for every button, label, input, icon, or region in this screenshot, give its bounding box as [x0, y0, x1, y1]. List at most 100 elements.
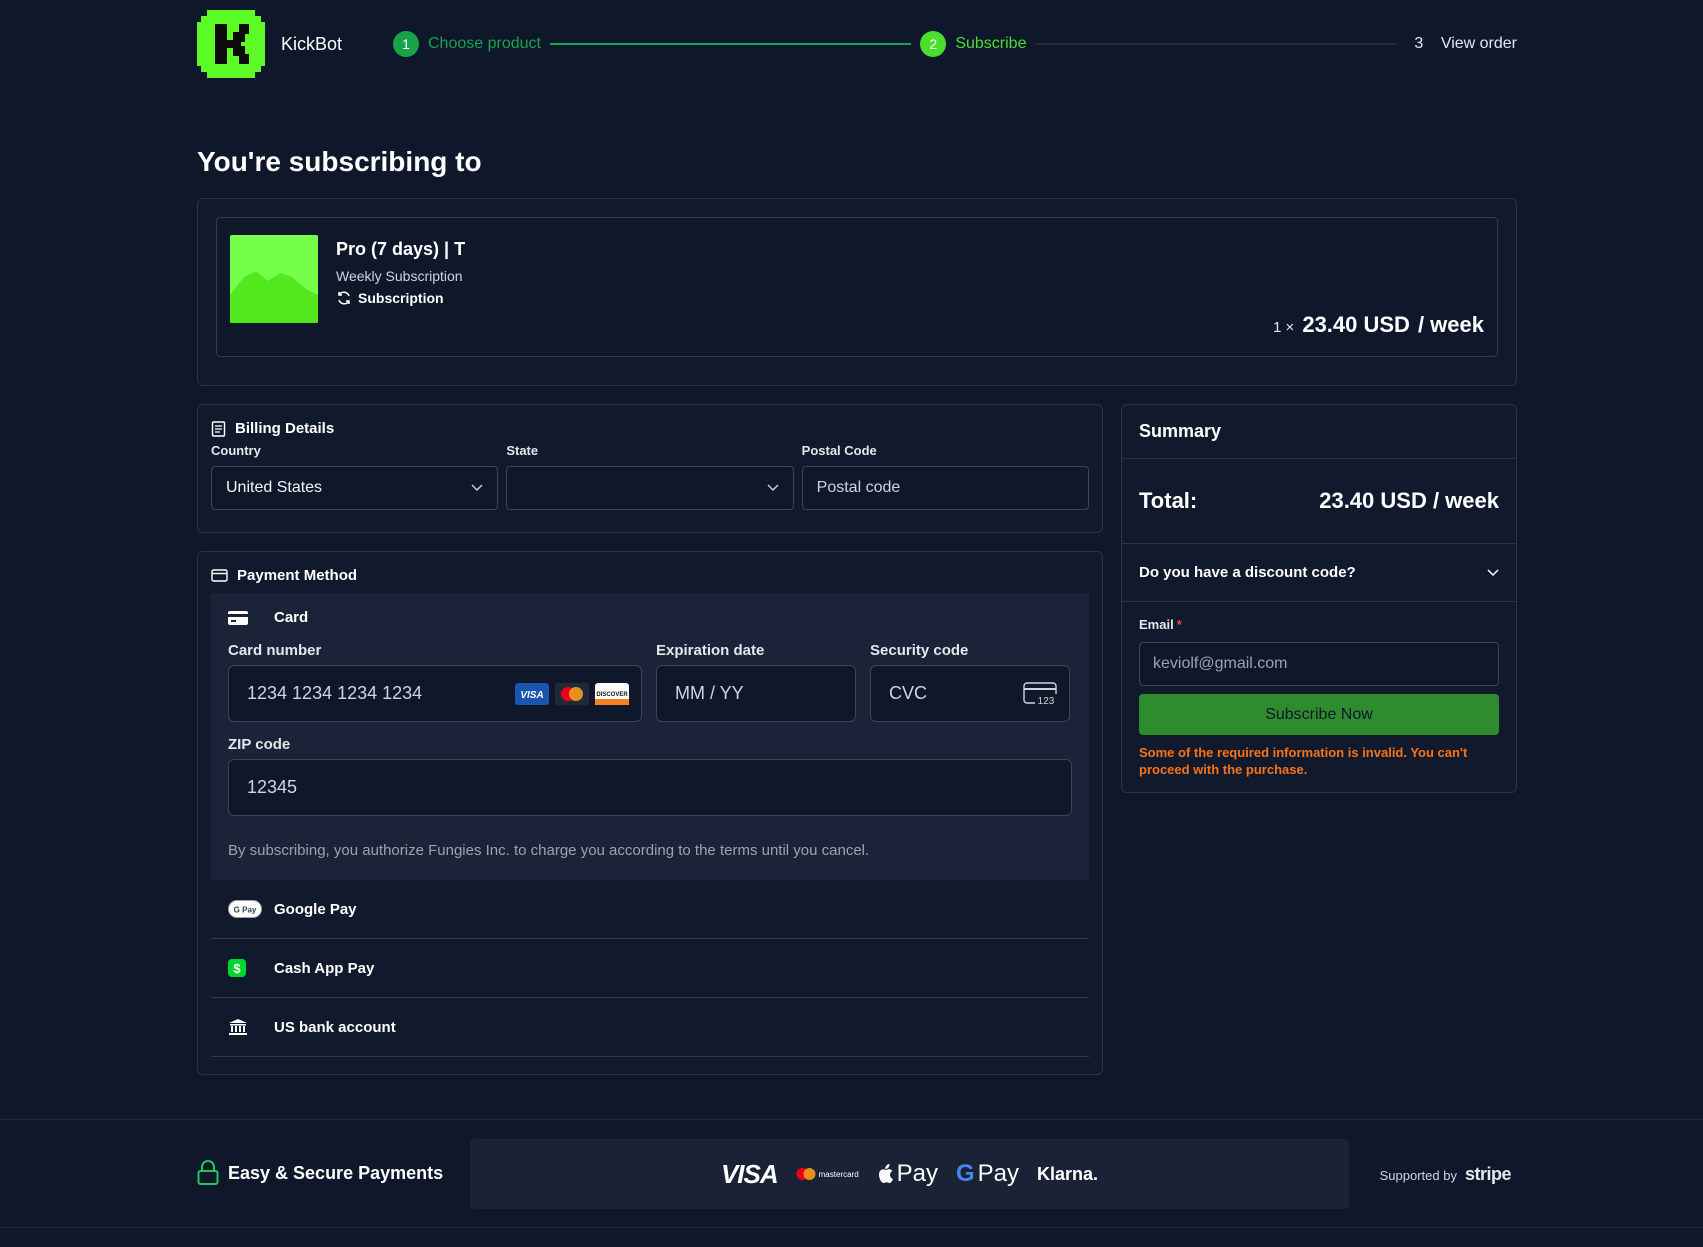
page-title: You're subscribing to — [197, 146, 482, 177]
mastercard-icon — [555, 682, 589, 705]
product-image — [230, 235, 318, 323]
footer: Easy & Secure Payments VISA mastercard P… — [0, 1119, 1703, 1228]
step-number: 1 — [393, 31, 419, 57]
total-label: Total: — [1139, 488, 1198, 513]
chevron-down-icon — [1487, 568, 1499, 576]
step-subscribe[interactable]: 2 Subscribe — [920, 31, 1026, 57]
discover-icon: DISCOVER — [595, 682, 629, 705]
product-amount: 23.40 USD — [1302, 312, 1410, 337]
refresh-icon — [338, 291, 350, 305]
product-type: Subscription — [336, 290, 465, 306]
svg-text:$: $ — [233, 961, 241, 976]
subscription-terms: By subscribing, you authorize Fungies In… — [228, 842, 870, 859]
zip-code-input[interactable]: 12345 — [228, 759, 1072, 816]
card-icon — [228, 610, 248, 625]
country-label: Country — [211, 443, 261, 458]
expiry-label: Expiration date — [656, 642, 765, 659]
supported-by: Supported by stripe — [1379, 1164, 1512, 1185]
google-pay-label: Google Pay — [274, 900, 357, 918]
card-brands: VISA DISCOVER — [515, 682, 629, 705]
required-marker: * — [1176, 617, 1182, 632]
subscribe-now-button[interactable]: Subscribe Now — [1139, 694, 1499, 735]
step-label: View order — [1440, 35, 1517, 52]
validation-error: Some of the required information is inva… — [1139, 745, 1468, 777]
product-item: Pro (7 days) | T Weekly Subscription Sub… — [216, 217, 1498, 357]
step-connector — [549, 43, 912, 45]
summary-title: Summary — [1122, 405, 1516, 459]
product-type-label: Subscription — [358, 290, 444, 306]
discount-code-label: Do you have a discount code? — [1139, 564, 1356, 581]
postal-code-input[interactable]: Postal code — [801, 466, 1089, 510]
country-select[interactable]: United States — [211, 466, 499, 510]
summary-panel: Summary Total: 23.40 USD / week Do you h… — [1121, 404, 1517, 793]
stripe-logo-icon: stripe — [1464, 1164, 1512, 1184]
card-option-label: Card — [274, 609, 309, 626]
payment-method-panel: Payment Method Card Card number 1234 123… — [197, 551, 1103, 1075]
credit-card-icon — [211, 569, 228, 582]
checkout-stepper: 1 Choose product 2 Subscribe 3 View orde… — [393, 31, 1517, 57]
google-pay-icon: G Pay — [228, 900, 262, 918]
cash-app-icon: $ — [228, 959, 246, 977]
security-code-input[interactable]: CVC 123 — [870, 665, 1070, 722]
zip-code-label: ZIP code — [228, 736, 291, 753]
mastercard-logo-icon: mastercard — [796, 1167, 859, 1181]
card-number-label: Card number — [228, 642, 322, 659]
billing-details-title: Billing Details — [235, 420, 335, 437]
billing-details-panel: Billing Details Country United States St… — [197, 404, 1103, 533]
google-pay-logo-icon: G Pay — [956, 1160, 1020, 1187]
payment-option-cash-app[interactable]: $ Cash App Pay — [211, 939, 1089, 998]
discount-code-toggle[interactable]: Do you have a discount code? — [1122, 544, 1516, 602]
svg-text:DISCOVER: DISCOVER — [596, 692, 628, 698]
billing-details-header: Billing Details — [211, 420, 1089, 437]
security-code-placeholder: CVC — [889, 683, 928, 703]
country-value: United States — [226, 479, 323, 496]
state-select[interactable] — [506, 466, 794, 510]
email-label: Email * — [1139, 617, 1182, 632]
expiry-input[interactable]: MM / YY — [656, 665, 856, 722]
chevron-down-icon — [471, 484, 483, 491]
step-label: Subscribe — [955, 35, 1027, 52]
cvc-card-icon: 123 — [1023, 681, 1057, 706]
bank-icon — [229, 1019, 247, 1035]
visa-icon: VISA — [515, 682, 549, 705]
lock-icon — [197, 1160, 219, 1185]
step-label: Choose product — [428, 35, 541, 52]
payment-method-header: Payment Method — [211, 567, 1089, 584]
chevron-down-icon — [767, 484, 779, 491]
secure-payments-label: Easy & Secure Payments — [228, 1162, 444, 1183]
state-label: State — [506, 443, 539, 458]
security-code-label: Security code — [870, 642, 969, 659]
secure-payments: Easy & Secure Payments — [197, 1160, 443, 1186]
step-connector — [1035, 43, 1397, 45]
step-choose-product[interactable]: 1 Choose product — [393, 31, 541, 57]
email-input[interactable]: keviolf@gmail.com — [1139, 642, 1499, 686]
receipt-icon — [211, 420, 226, 437]
bank-account-label: US bank account — [274, 1018, 396, 1036]
svg-text:G Pay: G Pay — [234, 906, 257, 915]
payment-logos: VISA mastercard Pay G Pay Klarna. — [470, 1139, 1349, 1209]
header: KickBot 1 Choose product 2 Subscribe 3 V… — [197, 0, 1517, 88]
kickbot-logo-icon — [197, 10, 265, 78]
svg-text:VISA: VISA — [520, 690, 543, 701]
payment-option-google-pay[interactable]: G Pay Google Pay — [211, 880, 1089, 939]
step-number: 2 — [920, 31, 947, 57]
product-period: / week — [1417, 312, 1484, 337]
klarna-logo-icon: Klarna. — [1037, 1163, 1099, 1184]
apple-pay-logo-icon: Pay — [877, 1160, 938, 1188]
payment-method-title: Payment Method — [237, 567, 358, 584]
brand[interactable]: KickBot — [197, 10, 393, 78]
postal-code-label: Postal Code — [801, 443, 877, 458]
card-payment-section: Card Card number 1234 1234 1234 1234 VIS… — [211, 593, 1089, 880]
product-quantity: 1 × — [1273, 319, 1295, 336]
card-number-input[interactable]: 1234 1234 1234 1234 VISA DISCOVER — [228, 665, 642, 722]
total-value: 23.40 USD / week — [1319, 488, 1499, 513]
payment-option-bank[interactable]: US bank account — [211, 998, 1089, 1057]
summary-total: Total: 23.40 USD / week — [1122, 459, 1516, 544]
payment-option-card[interactable]: Card — [228, 609, 1072, 626]
product-card: Pro (7 days) | T Weekly Subscription Sub… — [197, 198, 1517, 386]
product-subtitle: Weekly Subscription — [336, 268, 463, 284]
card-number-placeholder: 1234 1234 1234 1234 — [247, 683, 423, 703]
cash-app-label: Cash App Pay — [274, 959, 375, 977]
image-placeholder-icon — [230, 235, 318, 323]
supported-by-label: Supported by — [1379, 1168, 1457, 1183]
